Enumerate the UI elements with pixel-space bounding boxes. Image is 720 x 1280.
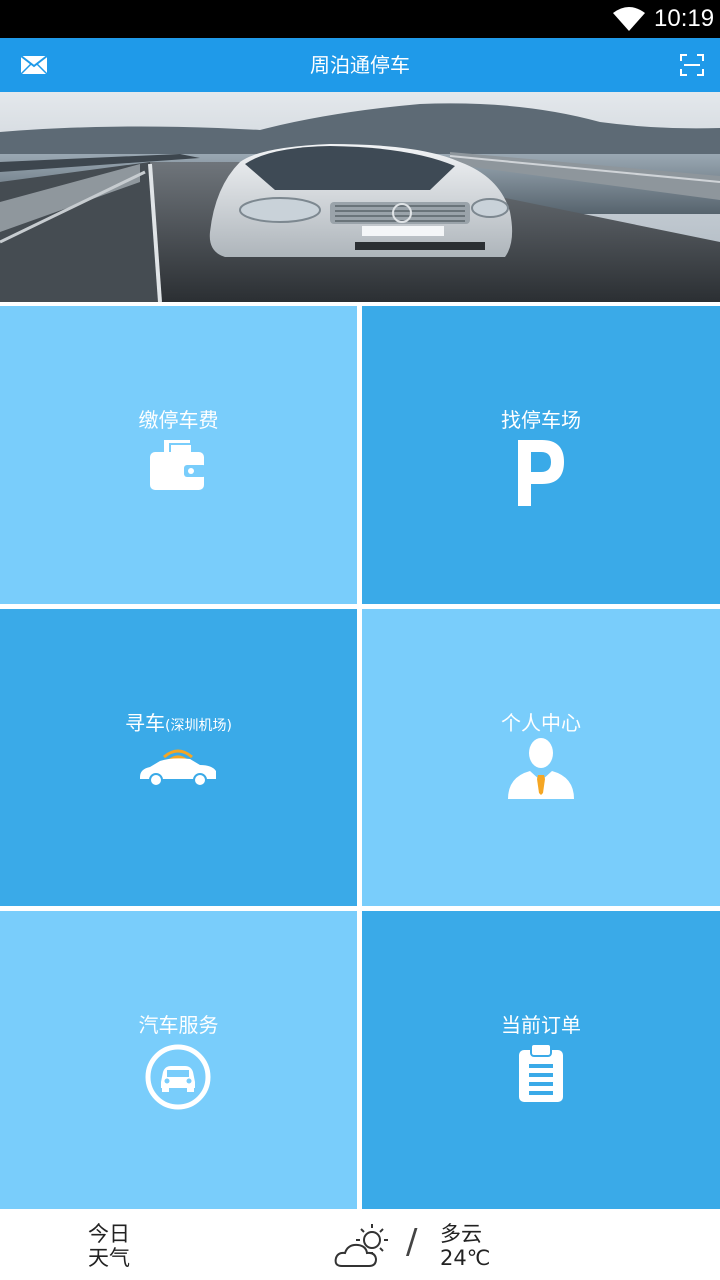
tile-label: 个人中心 [501, 711, 581, 735]
weather-bar: 今日 天气 / 多云 24℃ [0, 1212, 720, 1280]
today-line2: 天气 [88, 1246, 130, 1270]
page-title: 周泊通停车 [310, 53, 410, 77]
car-service-tile[interactable]: 汽车服务 [0, 911, 357, 1209]
tile-label: 汽车服务 [138, 1013, 219, 1037]
find-parking-lot-tile[interactable]: 找停车场 [362, 306, 720, 604]
temperature-text: 24℃ [440, 1246, 491, 1270]
status-bar: 10:19 [0, 0, 720, 38]
today-weather-label: 今日 天气 [88, 1222, 138, 1270]
wallet-icon [150, 440, 206, 490]
scan-icon[interactable] [680, 54, 704, 76]
condition-text: 多云 [440, 1222, 482, 1246]
personal-center-tile[interactable]: 个人中心 [362, 609, 720, 906]
weather-condition: 多云 24℃ [440, 1222, 490, 1270]
parking-p-icon [518, 440, 564, 506]
app-bar: 周泊通停车 [0, 38, 720, 92]
tile-label: 当前订单 [501, 1013, 581, 1037]
car-service-icon [145, 1044, 211, 1110]
weather-divider: / [406, 1222, 418, 1262]
tile-label: 找停车场 [501, 408, 581, 432]
pay-parking-fee-tile[interactable]: 缴停车费 [0, 306, 357, 604]
find-car-sublabel: (深圳机场) [165, 718, 232, 734]
person-icon [508, 738, 574, 799]
today-line1: 今日 [88, 1222, 130, 1246]
banner-image [0, 92, 720, 302]
wifi-icon [613, 7, 645, 31]
clipboard-icon [519, 1043, 563, 1102]
tile-label: 寻车(深圳机场) [0, 707, 357, 736]
partly-cloudy-icon [334, 1224, 388, 1267]
current-orders-tile[interactable]: 当前订单 [362, 911, 720, 1209]
find-car-tile[interactable]: 寻车(深圳机场) [0, 609, 357, 906]
find-car-label: 寻车 [125, 711, 166, 735]
car-signal-icon [140, 749, 216, 787]
tile-label: 缴停车费 [138, 408, 219, 432]
status-time: 10:19 [654, 5, 715, 32]
